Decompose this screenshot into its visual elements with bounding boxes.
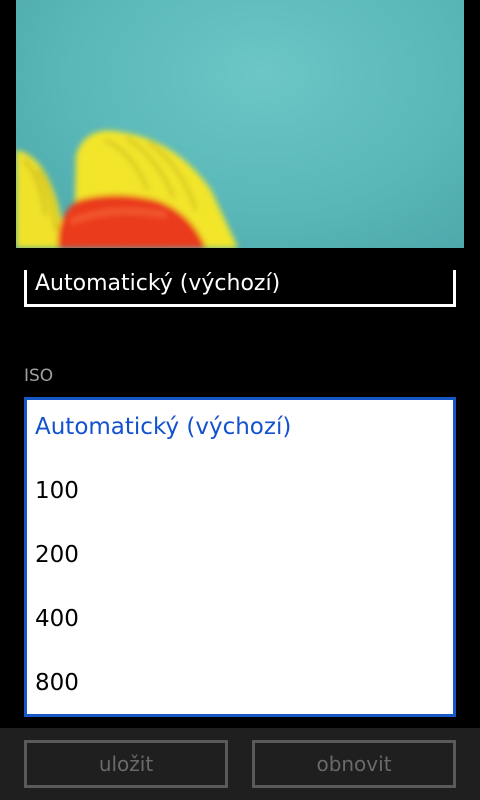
iso-label: ISO [24,366,54,386]
exposure-picker[interactable]: Automatický (výchozí) [24,270,456,307]
app-bar: uložit obnovit [0,728,480,800]
save-button[interactable]: uložit [24,740,228,788]
iso-option-800[interactable]: 800 [35,670,79,696]
exposure-picker-value: Automatický (výchozí) [35,271,281,296]
camera-preview [16,0,464,248]
iso-option-200[interactable]: 200 [35,542,79,568]
iso-option-auto[interactable]: Automatický (výchozí) [35,414,291,440]
camera-preview-image [16,130,238,248]
reset-button[interactable]: obnovit [252,740,456,788]
iso-options-list[interactable]: Automatický (výchozí) 100 200 400 800 [24,397,456,717]
iso-option-100[interactable]: 100 [35,478,79,504]
iso-option-400[interactable]: 400 [35,606,79,632]
